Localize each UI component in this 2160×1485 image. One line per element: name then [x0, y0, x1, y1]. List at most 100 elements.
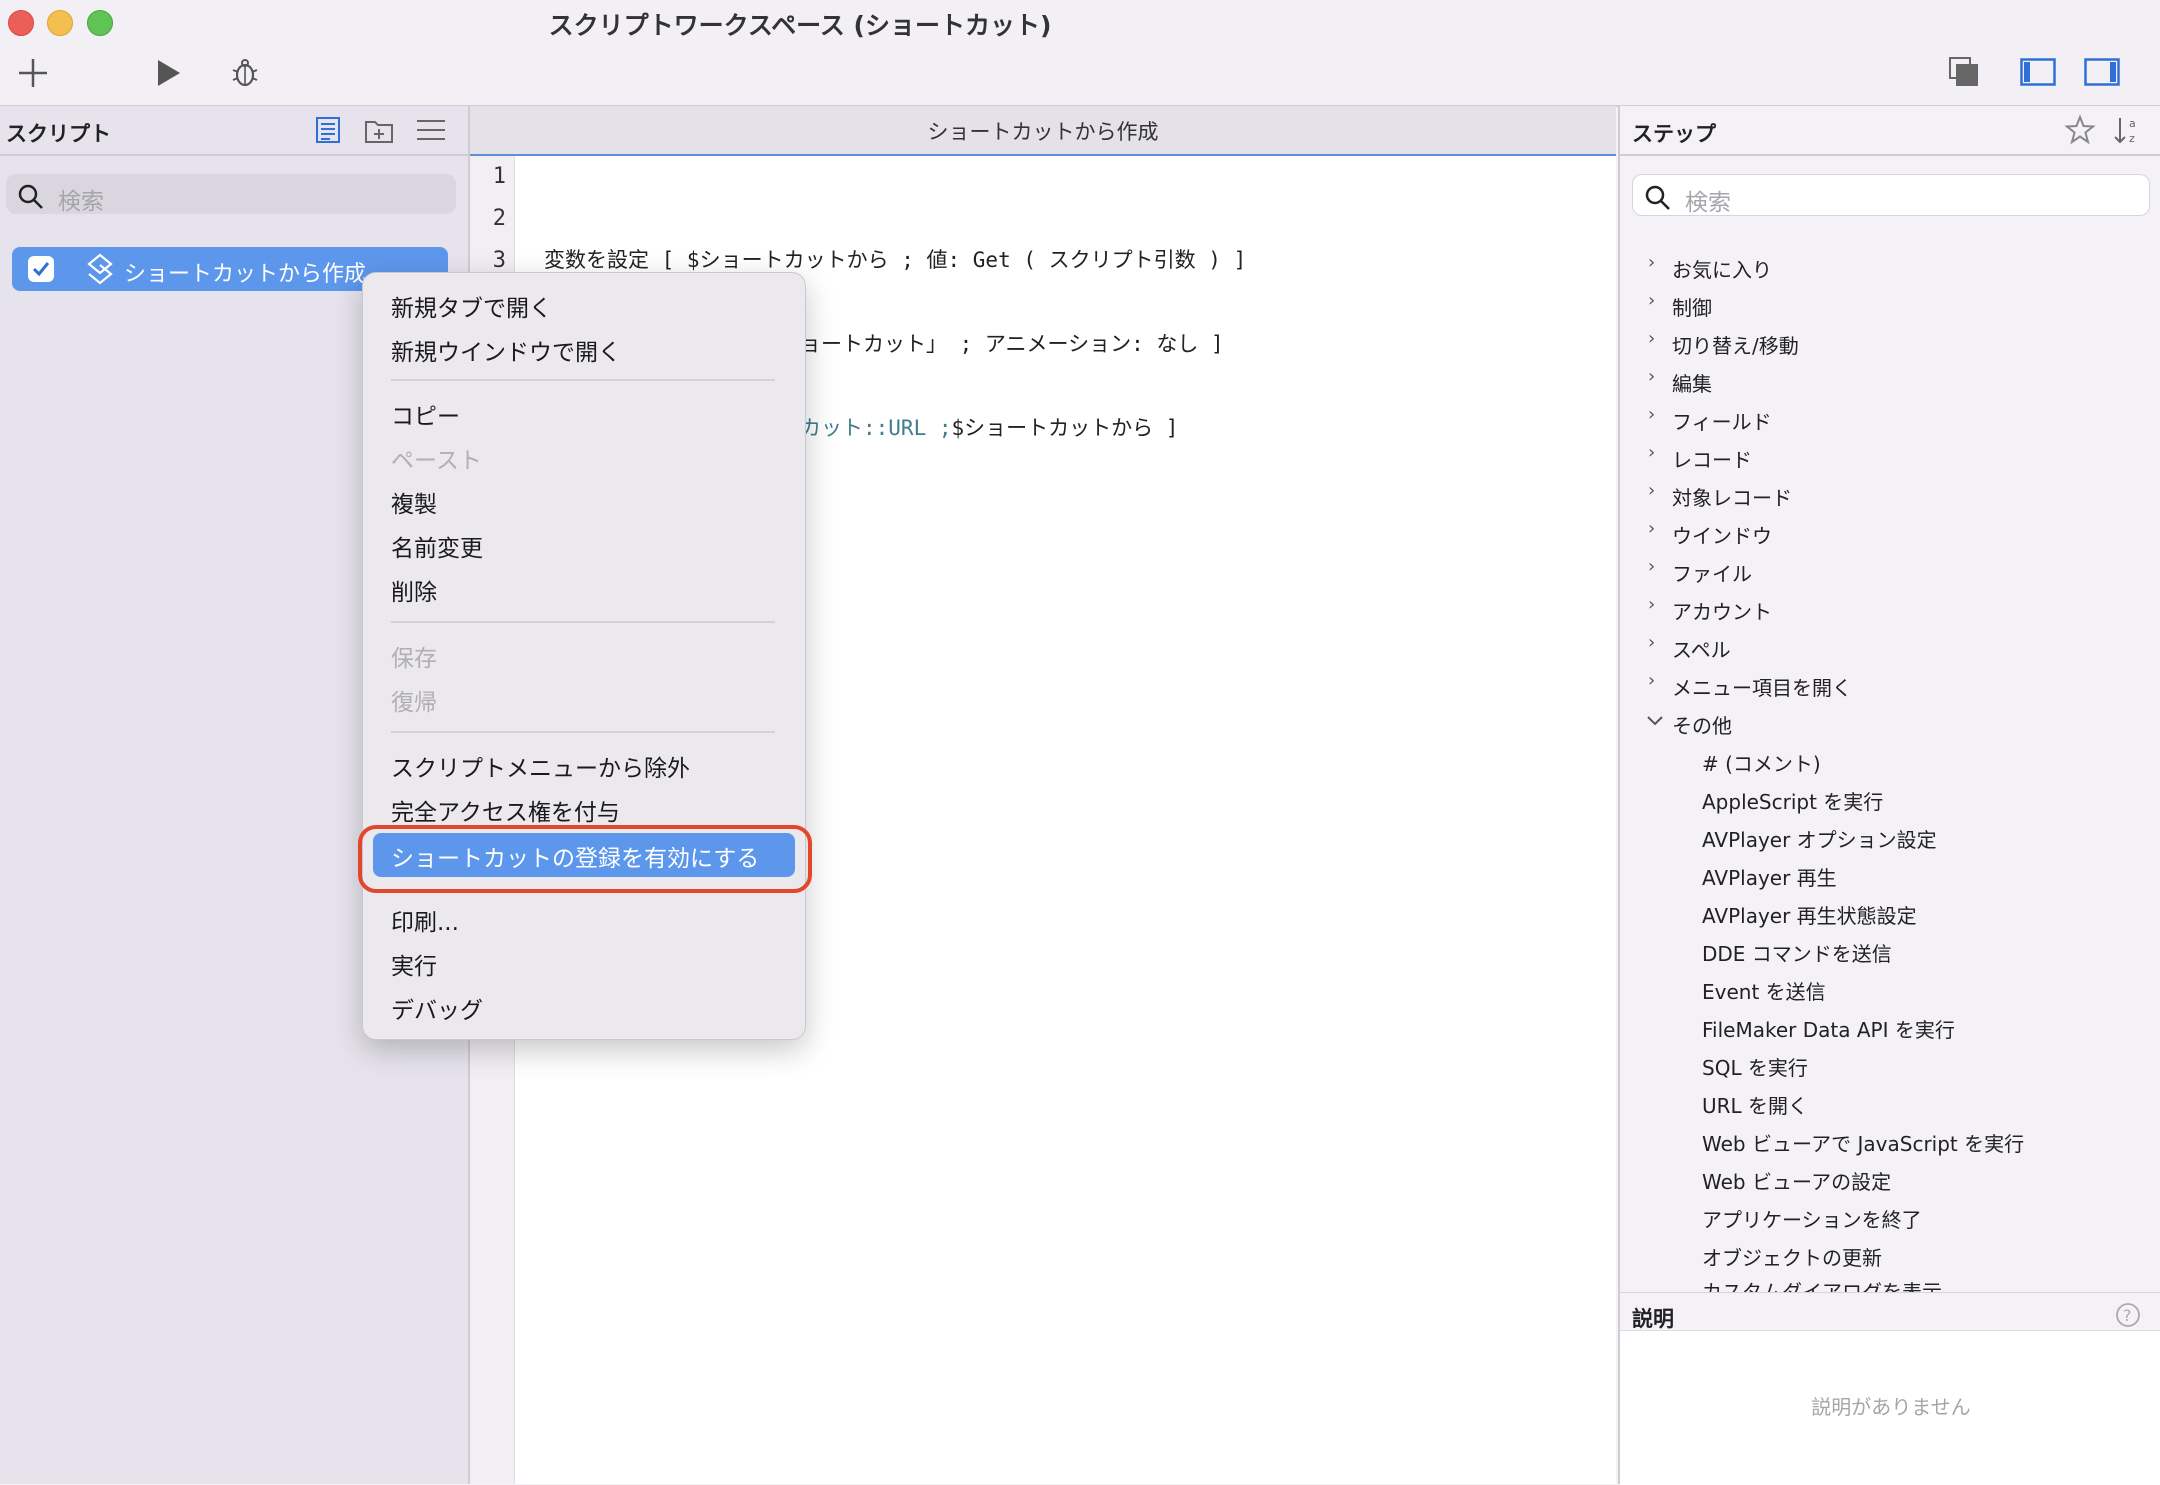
- description-empty-text: 説明がありません: [1811, 1395, 1971, 1419]
- step-item[interactable]: オブジェクトの更新: [1702, 1242, 1882, 1271]
- svg-text:?: ?: [2123, 1306, 2132, 1325]
- line-number: 2: [492, 206, 506, 231]
- separator-icon[interactable]: [416, 118, 446, 142]
- step-item[interactable]: カスタムダイアログを表示: [1702, 1280, 1942, 1292]
- menu-item-open-new-window[interactable]: 新規ウインドウで開く: [391, 333, 621, 367]
- menu-item-rename[interactable]: 名前変更: [391, 529, 483, 563]
- steps-header-divider: [1620, 154, 2160, 156]
- menu-item-print[interactable]: 印刷...: [391, 903, 459, 937]
- menu-item-copy[interactable]: コピー: [391, 397, 460, 431]
- menu-separator: [391, 379, 775, 381]
- shortcuts-icon: [87, 253, 113, 285]
- search-icon: [18, 184, 43, 209]
- menu-item-exclude-from-script-menu[interactable]: スクリプトメニューから除外: [391, 749, 690, 783]
- step-category[interactable]: フィールド: [1672, 406, 1772, 435]
- chevron-right-icon[interactable]: ›: [1648, 328, 1655, 349]
- new-script-icon[interactable]: [16, 56, 50, 90]
- steps-search-placeholder: 検索: [1685, 190, 1731, 216]
- sort-alphabetical-icon[interactable]: a z: [2112, 114, 2144, 146]
- script-list-view-icon[interactable]: [314, 116, 342, 144]
- menu-item-delete[interactable]: 削除: [391, 573, 437, 607]
- code-line-7[interactable]: カット::URL ;$ショートカットから ]: [800, 412, 1178, 442]
- chevron-right-icon[interactable]: ›: [1648, 442, 1655, 463]
- step-item[interactable]: Event を送信: [1702, 976, 1826, 1005]
- menu-separator: [391, 731, 775, 733]
- step-category-expanded[interactable]: その他: [1672, 710, 1732, 739]
- sidebar-header-divider: [0, 154, 468, 156]
- menu-item-grant-full-access[interactable]: 完全アクセス権を付与: [391, 793, 620, 827]
- step-category[interactable]: ファイル: [1672, 558, 1752, 587]
- debug-bug-icon[interactable]: [230, 56, 260, 90]
- script-item-label: ショートカットから作成: [124, 262, 367, 287]
- menu-separator: [391, 621, 775, 623]
- chevron-right-icon[interactable]: ›: [1648, 480, 1655, 501]
- highlight-annotation-ring: [358, 825, 812, 893]
- code-field-reference: カット::URL ;: [800, 416, 952, 440]
- step-item[interactable]: Web ビューアの設定: [1702, 1166, 1891, 1195]
- step-category[interactable]: レコード: [1672, 444, 1752, 473]
- menu-item-duplicate[interactable]: 複製: [391, 485, 437, 519]
- step-item[interactable]: AVPlayer オプション設定: [1702, 824, 1937, 853]
- svg-text:z: z: [2129, 132, 2135, 145]
- step-item[interactable]: Web ビューアで JavaScript を実行: [1702, 1128, 2024, 1157]
- step-item[interactable]: AppleScript を実行: [1702, 786, 1883, 815]
- steps-panel-title: ステップ: [1632, 122, 1716, 146]
- step-category[interactable]: 対象レコード: [1672, 482, 1792, 511]
- description-title: 説明: [1632, 1307, 1674, 1331]
- code-line-7-rest: $ショートカットから ]: [951, 416, 1179, 440]
- line-number: 1: [492, 164, 506, 189]
- chevron-right-icon[interactable]: ›: [1648, 594, 1655, 615]
- menu-item-paste: ペースト: [391, 448, 482, 474]
- step-category[interactable]: 制御: [1672, 292, 1712, 321]
- chevron-right-icon[interactable]: ›: [1648, 632, 1655, 653]
- chevron-right-icon[interactable]: ›: [1648, 518, 1655, 539]
- description-body: 説明がありません: [1620, 1330, 2160, 1485]
- context-menu: 新規タブで開く 新規ウインドウで開く コピー ペースト 複製 名前変更 削除 保…: [362, 272, 806, 1040]
- chevron-right-icon[interactable]: ›: [1648, 556, 1655, 577]
- step-category[interactable]: 切り替え/移動: [1672, 330, 1799, 359]
- search-icon: [1645, 185, 1670, 210]
- chevron-right-icon[interactable]: ›: [1648, 366, 1655, 387]
- step-item[interactable]: URL を開く: [1702, 1090, 1808, 1119]
- new-folder-icon[interactable]: [364, 118, 394, 144]
- chevron-right-icon[interactable]: ›: [1648, 670, 1655, 691]
- step-category[interactable]: お気に入り: [1672, 254, 1772, 283]
- code-line-3[interactable]: 変数を設定 [ $ショートカットから ; 値: Get ( スクリプト引数 ) …: [544, 244, 1246, 274]
- script-include-checkbox[interactable]: [28, 256, 54, 282]
- svg-text:a: a: [2129, 117, 2136, 130]
- favorite-star-icon[interactable]: [2064, 114, 2096, 146]
- step-item[interactable]: AVPlayer 再生状態設定: [1702, 900, 1917, 929]
- toggle-left-panel-icon[interactable]: [2020, 58, 2056, 86]
- scripts-search-input[interactable]: 検索: [6, 174, 456, 215]
- step-category[interactable]: ウインドウ: [1672, 520, 1772, 549]
- checkmark-icon: [32, 262, 50, 277]
- step-category[interactable]: メニュー項目を開く: [1672, 672, 1852, 701]
- chevron-right-icon[interactable]: ›: [1648, 252, 1655, 273]
- step-category[interactable]: アカウント: [1672, 596, 1772, 625]
- scripts-panel-title: スクリプト: [6, 122, 111, 146]
- window-title: スクリプトワークスペース (ショートカット): [548, 11, 1052, 40]
- menu-item-debug[interactable]: デバッグ: [391, 991, 483, 1025]
- menu-item-run[interactable]: 実行: [391, 947, 437, 981]
- step-item[interactable]: DDE コマンドを送信: [1702, 938, 1892, 967]
- steps-search-input[interactable]: 検索: [1632, 174, 2150, 216]
- step-item[interactable]: AVPlayer 再生: [1702, 862, 1837, 891]
- step-item[interactable]: FileMaker Data API を実行: [1702, 1014, 1955, 1043]
- editor-tab-title: ショートカットから作成: [927, 120, 1159, 144]
- step-category[interactable]: 編集: [1672, 368, 1712, 397]
- run-script-icon[interactable]: [154, 58, 184, 88]
- line-number: 3: [492, 248, 506, 273]
- step-item[interactable]: # (コメント): [1702, 748, 1821, 777]
- step-item[interactable]: SQL を実行: [1702, 1052, 1808, 1081]
- toggle-right-panel-icon[interactable]: [2084, 58, 2120, 86]
- editor-tab-header[interactable]: ショートカットから作成: [470, 106, 1616, 156]
- menu-item-open-new-tab[interactable]: 新規タブで開く: [391, 289, 552, 323]
- copy-windows-icon[interactable]: [1948, 56, 1980, 88]
- step-category[interactable]: スペル: [1672, 634, 1731, 663]
- code-line-5[interactable]: ョートカット」 ; アニメーション: なし ]: [800, 328, 1224, 358]
- help-icon[interactable]: ?: [2114, 1301, 2142, 1329]
- chevron-right-icon[interactable]: ›: [1648, 290, 1655, 311]
- step-item[interactable]: アプリケーションを終了: [1702, 1204, 1922, 1233]
- chevron-right-icon[interactable]: ›: [1648, 404, 1655, 425]
- chevron-down-icon[interactable]: [1646, 714, 1664, 728]
